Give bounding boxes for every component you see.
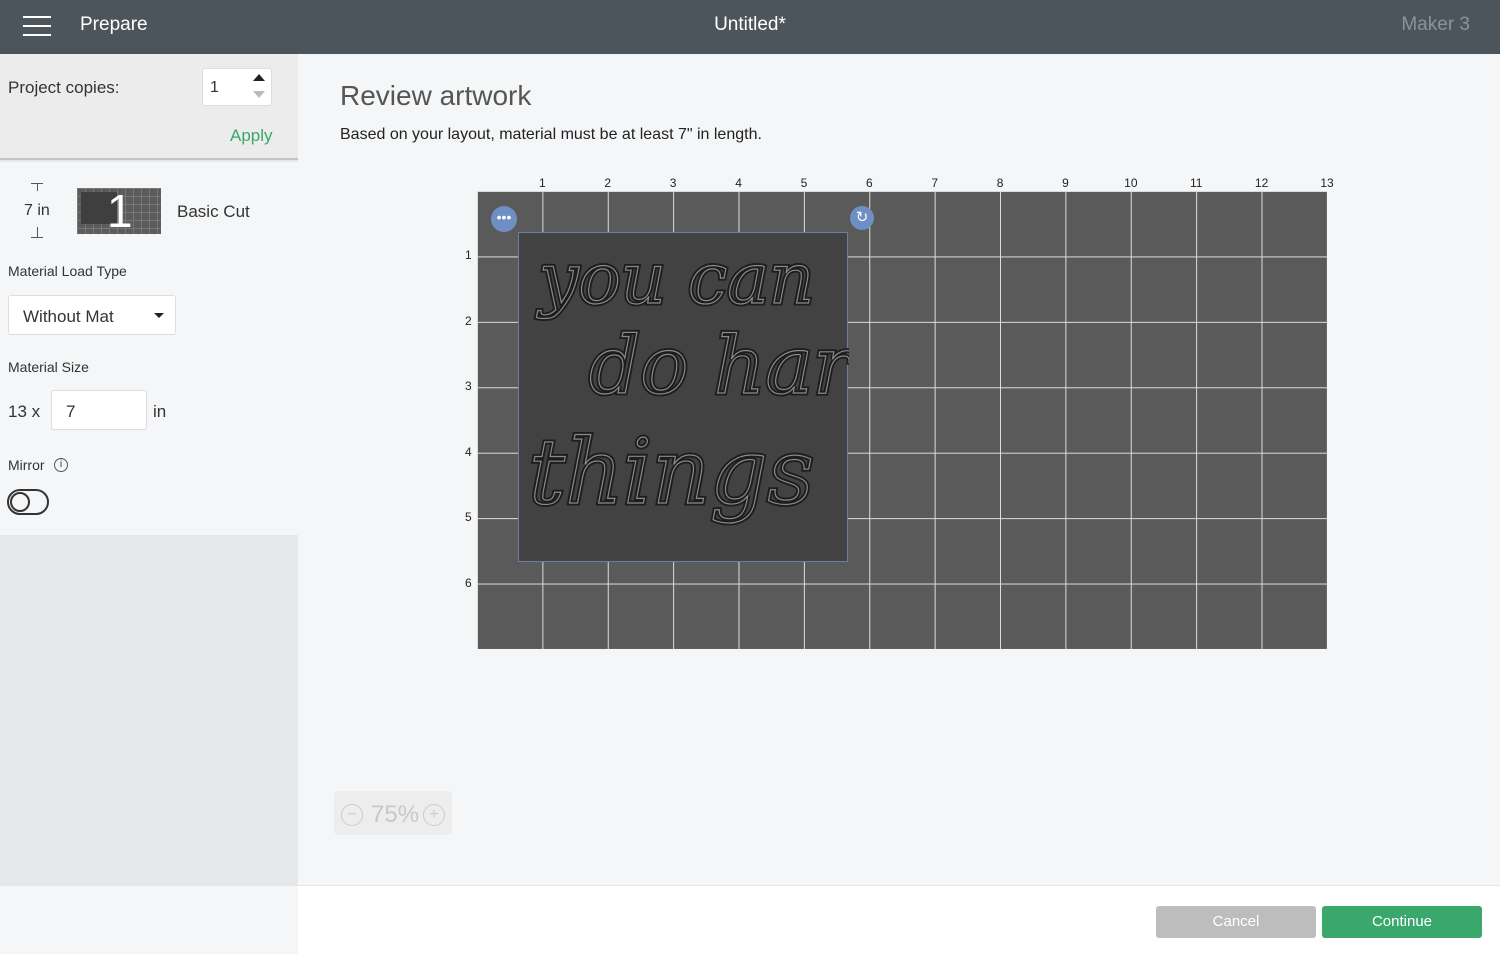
x-axis-tick: 3 [669, 176, 677, 190]
y-axis-tick: 3 [465, 379, 472, 394]
y-axis-tick: 6 [465, 575, 472, 590]
x-axis-tick: 6 [865, 176, 873, 190]
material-length-input[interactable]: 7 [51, 390, 147, 430]
x-axis-tick: 10 [1124, 176, 1138, 190]
mirror-label: Mirror [8, 457, 45, 473]
machine-name[interactable]: Maker 3 [1401, 14, 1470, 36]
footer-bar [298, 885, 1500, 954]
page-title: Review artwork [340, 80, 532, 111]
zoom-in-icon[interactable]: + [423, 804, 445, 826]
x-axis-tick: 7 [931, 176, 939, 190]
x-axis-tick: 2 [604, 176, 612, 190]
x-axis-tick: 13 [1320, 176, 1334, 190]
x-axis-tick: 9 [1062, 176, 1069, 190]
x-axis-tick: 8 [996, 176, 1004, 190]
increment-icon[interactable] [253, 74, 265, 81]
x-axis-tick: 5 [800, 176, 808, 190]
zoom-control: − 75% + [334, 791, 452, 835]
continue-button[interactable]: Continue [1322, 906, 1482, 938]
load-type-select[interactable]: Without Mat [8, 295, 176, 335]
zoom-level: 75% [371, 801, 420, 828]
svg-text:you can: you can [536, 238, 814, 320]
info-icon[interactable]: i [54, 458, 68, 472]
more-options-icon[interactable]: ••• [491, 206, 517, 232]
zoom-out-icon[interactable]: − [341, 804, 363, 826]
material-unit: in [153, 402, 167, 421]
rotate-icon[interactable]: ↻ [850, 206, 874, 230]
svg-text:do hard: do hard [589, 319, 849, 412]
svg-text:things: things [529, 420, 814, 525]
chevron-down-icon [154, 313, 164, 318]
mat-name: Basic Cut [177, 202, 250, 221]
x-axis-tick: 12 [1254, 176, 1269, 190]
load-type-value: Without Mat [23, 307, 114, 326]
copies-stepper[interactable]: 1 [202, 68, 272, 106]
y-axis-tick: 1 [465, 248, 472, 263]
mat-thumbnail[interactable]: 1 [77, 185, 161, 237]
y-axis-tick: 4 [465, 444, 472, 459]
material-length-value: 7 [66, 402, 76, 421]
mirror-toggle[interactable] [7, 489, 49, 515]
x-axis-tick: 1 [539, 176, 546, 190]
y-axis-tick: 2 [465, 313, 472, 328]
project-title: Untitled* [714, 14, 786, 35]
mat-length: 7 in [24, 202, 50, 219]
decrement-icon[interactable] [253, 91, 265, 98]
material-size-label: Material Size [8, 359, 89, 375]
mat-number: 1 [107, 185, 133, 237]
copies-value: 1 [210, 79, 219, 96]
artwork-lettering: you can do hard things you can do hard t… [527, 236, 905, 528]
artwork[interactable]: you can do hard things you can do hard t… [518, 232, 905, 562]
y-axis-tick: 5 [465, 510, 472, 525]
copies-label: Project copies: [8, 78, 120, 97]
page-subtitle: Based on your layout, material must be a… [340, 126, 762, 143]
header-bar: Prepare Untitled* Maker 3 [0, 0, 1500, 54]
x-axis-tick: 11 [1190, 176, 1203, 190]
x-axis-tick: 4 [735, 176, 742, 190]
apply-button[interactable]: Apply [230, 126, 273, 146]
load-type-label: Material Load Type [8, 263, 127, 279]
cancel-button[interactable]: Cancel [1156, 906, 1316, 938]
material-width: 13 x [8, 402, 41, 421]
